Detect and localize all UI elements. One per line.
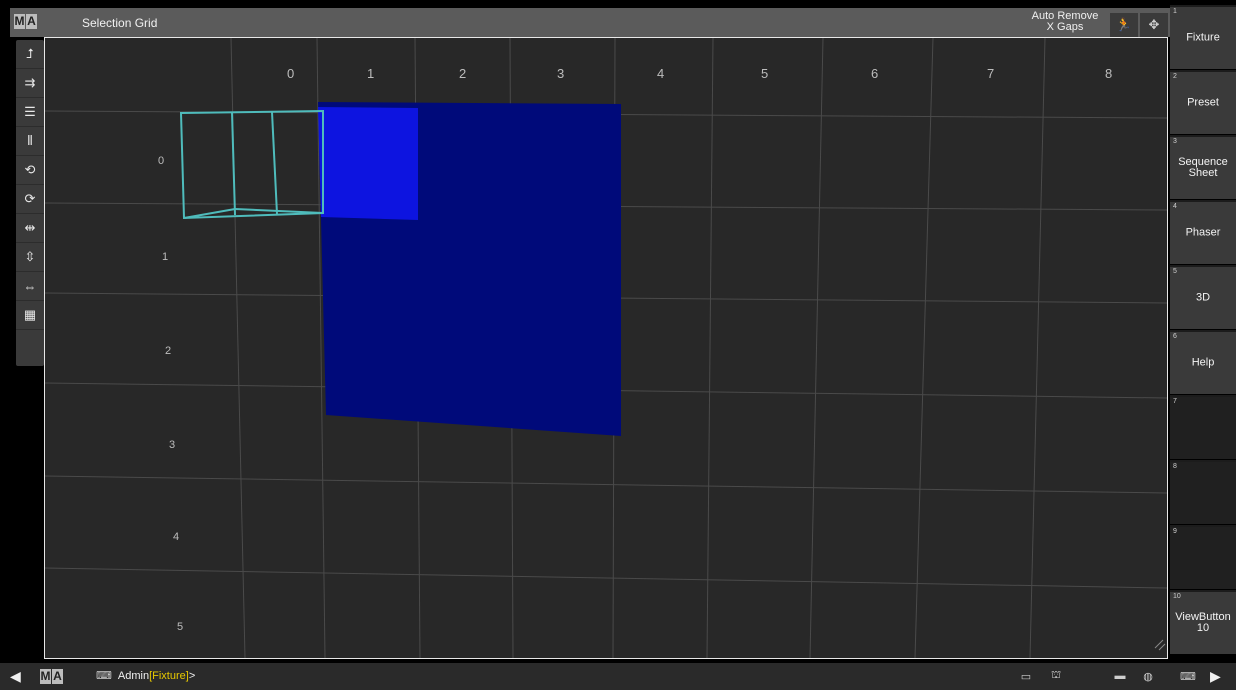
keyboard-icon[interactable]: ⌨ xyxy=(96,669,112,682)
view-button-7[interactable]: 7 xyxy=(1170,395,1236,459)
view-button-label: Help xyxy=(1191,356,1215,369)
view-button-3[interactable]: 3 Sequence Sheet xyxy=(1170,135,1236,199)
view-button-number: 7 xyxy=(1173,398,1177,405)
row-label: 5 xyxy=(177,621,183,633)
column-label: 4 xyxy=(657,66,664,81)
column-label: 7 xyxy=(987,66,994,81)
view-button-number: 10 xyxy=(1173,593,1181,600)
view-button-label: ViewButton 10 xyxy=(1175,611,1231,634)
auto-remove-gaps-button[interactable]: Auto Remove X Gaps xyxy=(1022,11,1108,37)
row-label: 0 xyxy=(158,155,164,167)
globe-icon[interactable]: ◍ xyxy=(1138,667,1158,685)
row-label: 1 xyxy=(162,251,168,263)
origin-tool[interactable]: ⮥ xyxy=(16,40,44,69)
left-toolbar: ⮥ ⇉ ☰ ⦀ ⟲ ⟳ ⇹ ⇳ ⇔ ▦ xyxy=(16,40,44,366)
view-buttons-panel: 1 Fixture 2 Preset 3 Sequence Sheet 4 Phaser 5 3D… xyxy=(1170,5,1236,659)
view-button-number: 6 xyxy=(1173,333,1177,340)
view-button-8[interactable]: 8 xyxy=(1170,460,1236,524)
rotate-left-tool[interactable]: ⟲ xyxy=(16,156,44,185)
window-icon[interactable]: ▬ xyxy=(1110,667,1130,685)
view-button-4[interactable]: 4 Phaser xyxy=(1170,200,1236,264)
view-button-9[interactable]: 9 xyxy=(1170,525,1236,589)
network-icon[interactable]: ⛫ xyxy=(1046,667,1066,685)
column-label: 0 xyxy=(287,66,294,81)
view-button-label: Phaser xyxy=(1185,226,1221,239)
move-arrows-icon[interactable]: ✥ xyxy=(1140,13,1168,37)
view-button-1[interactable]: 1 Fixture xyxy=(1170,5,1236,69)
mirror-horizontal-tool[interactable]: ⇹ xyxy=(16,214,44,243)
collapse-tool[interactable]: ⇔ xyxy=(16,272,44,301)
grid-settings-tool[interactable]: ▦ xyxy=(16,301,44,330)
row-label: 4 xyxy=(173,531,179,543)
row-label: 2 xyxy=(165,345,171,357)
title-bar: MA Selection Grid Auto Remove X Gaps 🏃 ✥ xyxy=(10,8,1170,37)
resize-grip-icon[interactable] xyxy=(1154,639,1166,651)
column-label: 2 xyxy=(459,66,466,81)
column-labels: 0 1 2 3 4 5 6 7 8 xyxy=(287,66,1112,81)
grid-canvas[interactable]: 0 1 2 3 4 5 6 7 8 0 1 2 3 4 5 xyxy=(45,38,1167,658)
ma-menu-button[interactable]: MA xyxy=(40,669,63,684)
column-label: 3 xyxy=(557,66,564,81)
view-button-10[interactable]: 10 ViewButton 10 xyxy=(1170,590,1236,654)
fid-tool[interactable]: ⇉ xyxy=(16,69,44,98)
view-button-number: 8 xyxy=(1173,463,1177,470)
selected-cell-highlight[interactable] xyxy=(318,107,418,220)
fixture-cube-outline xyxy=(179,109,324,220)
command-bar: ◀ MA ⌨ Admin [Fixture] > ▭ ⛫ ▬ ◍ ⌨ ▶ xyxy=(0,663,1236,690)
view-button-2[interactable]: 2 Preset xyxy=(1170,70,1236,134)
view-button-number: 9 xyxy=(1173,528,1177,535)
ma-logo: MA xyxy=(14,14,37,29)
column-label: 5 xyxy=(761,66,768,81)
command-prompt: > xyxy=(188,669,196,682)
running-person-icon[interactable]: 🏃 xyxy=(1110,13,1138,37)
view-button-label: 3D xyxy=(1195,291,1211,304)
column-label: 6 xyxy=(871,66,878,81)
on-screen-keyboard-icon[interactable]: ⌨ xyxy=(1178,667,1198,685)
view-button-number: 5 xyxy=(1173,268,1177,275)
screen-icon[interactable]: ▭ xyxy=(1016,667,1036,685)
scroll-right-arrow-icon[interactable]: ▶ xyxy=(1210,668,1221,685)
align-columns-tool[interactable]: ⦀ xyxy=(16,127,44,156)
view-button-number: 2 xyxy=(1173,73,1177,80)
column-label: 8 xyxy=(1105,66,1112,81)
view-button-number: 1 xyxy=(1173,8,1177,15)
command-context: [Fixture] xyxy=(149,669,189,682)
row-labels: 0 1 2 3 4 5 xyxy=(158,155,183,633)
rotate-right-tool[interactable]: ⟳ xyxy=(16,185,44,214)
view-button-label: Sequence Sheet xyxy=(1178,156,1228,179)
command-user: Admin xyxy=(117,669,150,682)
align-rows-tool[interactable]: ☰ xyxy=(16,98,44,127)
view-button-number: 4 xyxy=(1173,203,1177,210)
row-label: 3 xyxy=(169,439,175,451)
view-button-5[interactable]: 5 3D xyxy=(1170,265,1236,329)
column-label: 1 xyxy=(367,66,374,81)
window-title: Selection Grid xyxy=(82,16,158,30)
mirror-vertical-tool[interactable]: ⇳ xyxy=(16,243,44,272)
command-line[interactable]: ⌨ Admin [Fixture] > xyxy=(96,669,196,683)
selection-grid-viewport[interactable]: 0 1 2 3 4 5 6 7 8 0 1 2 3 4 5 xyxy=(44,37,1168,659)
scroll-left-arrow-icon[interactable]: ◀ xyxy=(10,668,21,685)
view-button-6[interactable]: 6 Help xyxy=(1170,330,1236,394)
view-button-label: Preset xyxy=(1187,96,1219,109)
view-button-number: 3 xyxy=(1173,138,1177,145)
view-button-label: Fixture xyxy=(1186,31,1220,44)
